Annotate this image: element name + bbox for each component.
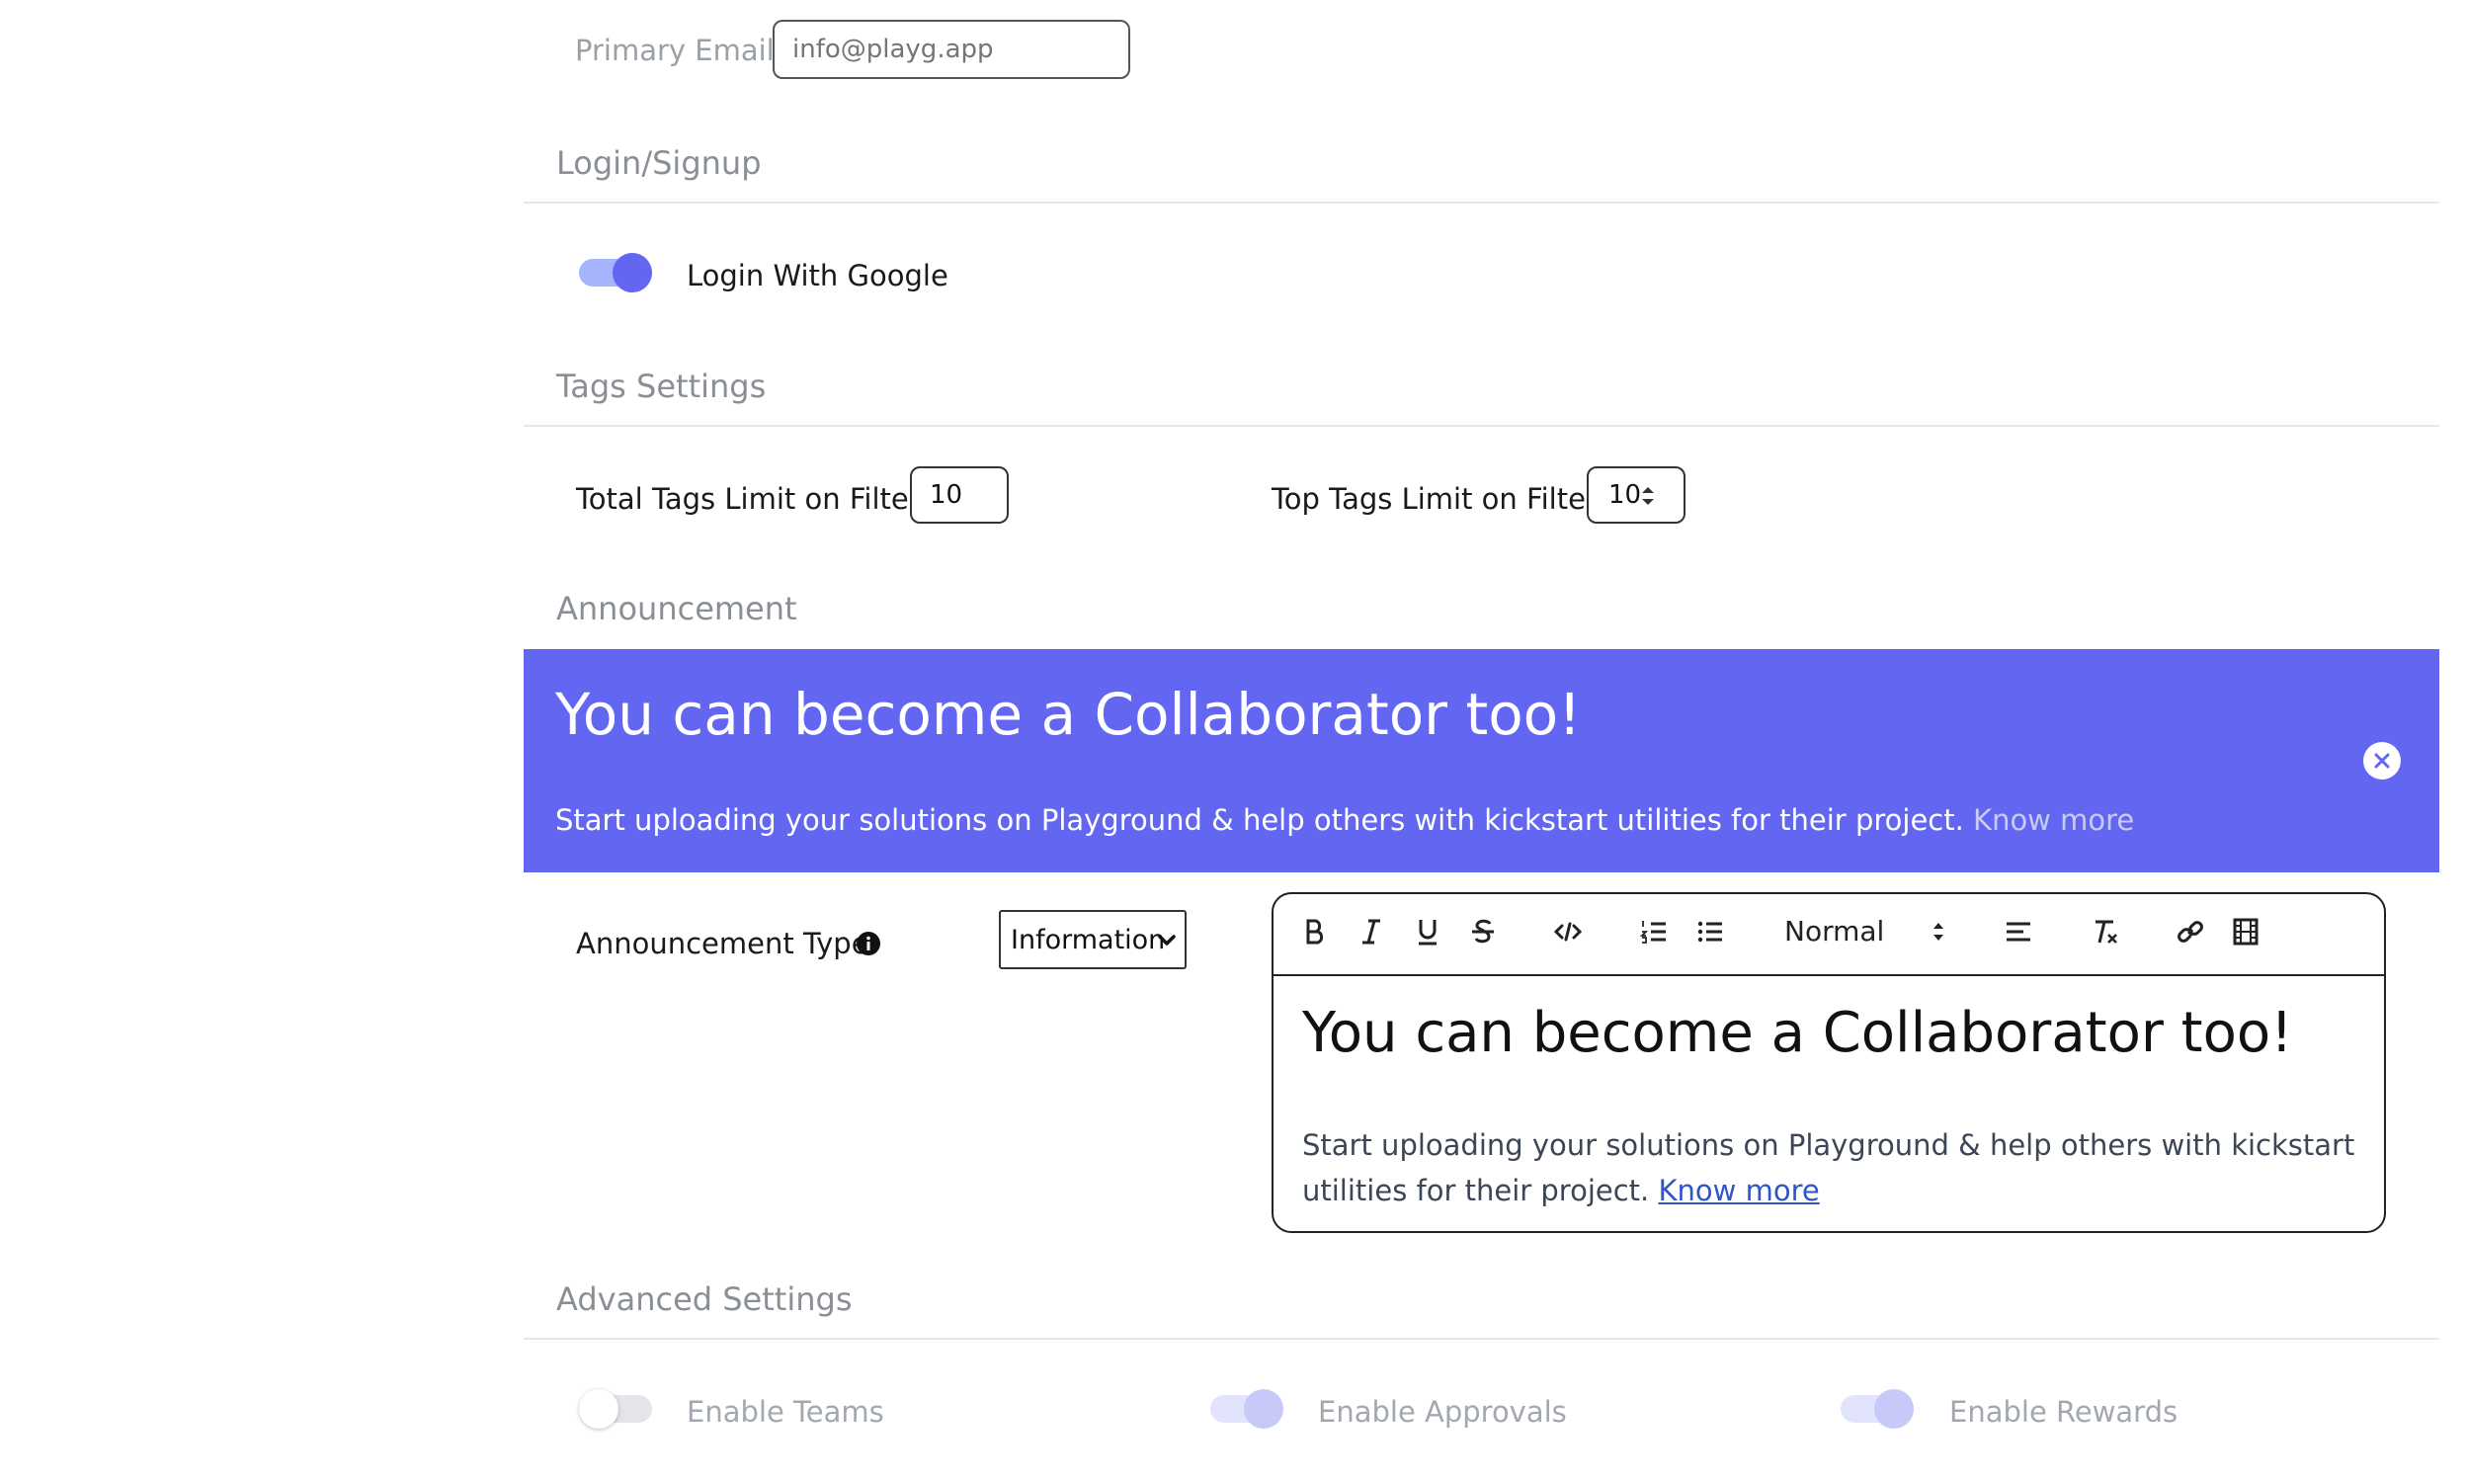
enable-teams-toggle[interactable] — [579, 1389, 652, 1429]
enable-rewards-toggle[interactable] — [1841, 1389, 1914, 1429]
banner-text: Start uploading your solutions on Playgr… — [555, 803, 1964, 837]
heading-select-value: Normal — [1784, 915, 1885, 948]
tags-settings-title: Tags Settings — [556, 368, 767, 405]
editor-body-line: Start uploading your solutions on Playgr… — [1302, 1128, 2355, 1162]
editor-body-line: utilities for their project. — [1302, 1174, 1650, 1207]
editor-body-line-2: utilities for their project. Know more — [1302, 1168, 2354, 1213]
clear-format-icon[interactable] — [2086, 912, 2125, 951]
top-tags-limit-value: 10 — [1608, 480, 1642, 510]
updown-arrows-icon — [1933, 923, 1943, 941]
total-tags-limit-label: Total Tags Limit on Filter — [576, 482, 921, 516]
video-icon[interactable] — [2226, 912, 2265, 951]
section-divider — [524, 425, 2439, 427]
align-icon[interactable] — [1999, 912, 2038, 951]
announcement-banner: You can become a Collaborator too! Start… — [524, 649, 2439, 872]
top-tags-limit-label: Top Tags Limit on Filter — [1272, 482, 1598, 516]
banner-heading: You can become a Collaborator too! — [555, 681, 1582, 748]
primary-email-label: Primary Email — [575, 34, 775, 67]
announcement-type-select[interactable]: Information — [999, 910, 1187, 969]
banner-close-button[interactable] — [2363, 742, 2401, 780]
strikethrough-icon[interactable] — [1463, 912, 1503, 951]
announcement-type-value: Information — [1011, 924, 1166, 955]
editor-know-more-link[interactable]: Know more — [1659, 1174, 1820, 1207]
bullet-list-icon[interactable] — [1690, 912, 1730, 951]
announcement-title: Announcement — [556, 590, 797, 627]
underline-icon[interactable] — [1408, 912, 1447, 951]
login-with-google-toggle[interactable] — [579, 253, 652, 292]
total-tags-limit-input[interactable]: 10 — [910, 466, 1009, 524]
editor-body[interactable]: Start uploading your solutions on Playgr… — [1302, 1122, 2354, 1213]
login-signup-title: Login/Signup — [556, 144, 762, 182]
ordered-list-icon[interactable] — [1634, 912, 1674, 951]
enable-approvals-label: Enable Approvals — [1318, 1395, 1567, 1429]
banner-know-more-link[interactable]: Know more — [1973, 803, 2134, 837]
toolbar-divider — [1274, 974, 2384, 976]
banner-text-row: Start uploading your solutions on Playgr… — [555, 803, 2134, 837]
chevron-down-icon — [1158, 935, 1176, 946]
top-tags-limit-input[interactable]: 10 — [1587, 466, 1685, 524]
total-tags-limit-value: 10 — [930, 480, 963, 510]
link-icon[interactable] — [2171, 912, 2210, 951]
section-divider — [524, 202, 2439, 204]
bold-icon[interactable] — [1295, 912, 1335, 951]
editor-heading[interactable]: You can become a Collaborator too! — [1302, 1001, 2293, 1065]
info-icon — [857, 932, 880, 955]
enable-rewards-label: Enable Rewards — [1949, 1395, 2178, 1429]
italic-icon[interactable] — [1352, 912, 1391, 951]
enable-approvals-toggle[interactable] — [1210, 1389, 1283, 1429]
enable-teams-label: Enable Teams — [687, 1395, 884, 1429]
primary-email-input[interactable] — [773, 20, 1130, 79]
section-divider — [524, 1338, 2439, 1340]
spinner-arrows-icon[interactable] — [1640, 484, 1656, 508]
code-icon[interactable] — [1548, 912, 1588, 951]
advanced-settings-title: Advanced Settings — [556, 1280, 853, 1318]
heading-select[interactable]: Normal — [1784, 915, 1972, 950]
close-icon — [2374, 753, 2390, 769]
announcement-type-label: Announcement Type — [576, 927, 869, 960]
login-with-google-label: Login With Google — [687, 259, 948, 292]
